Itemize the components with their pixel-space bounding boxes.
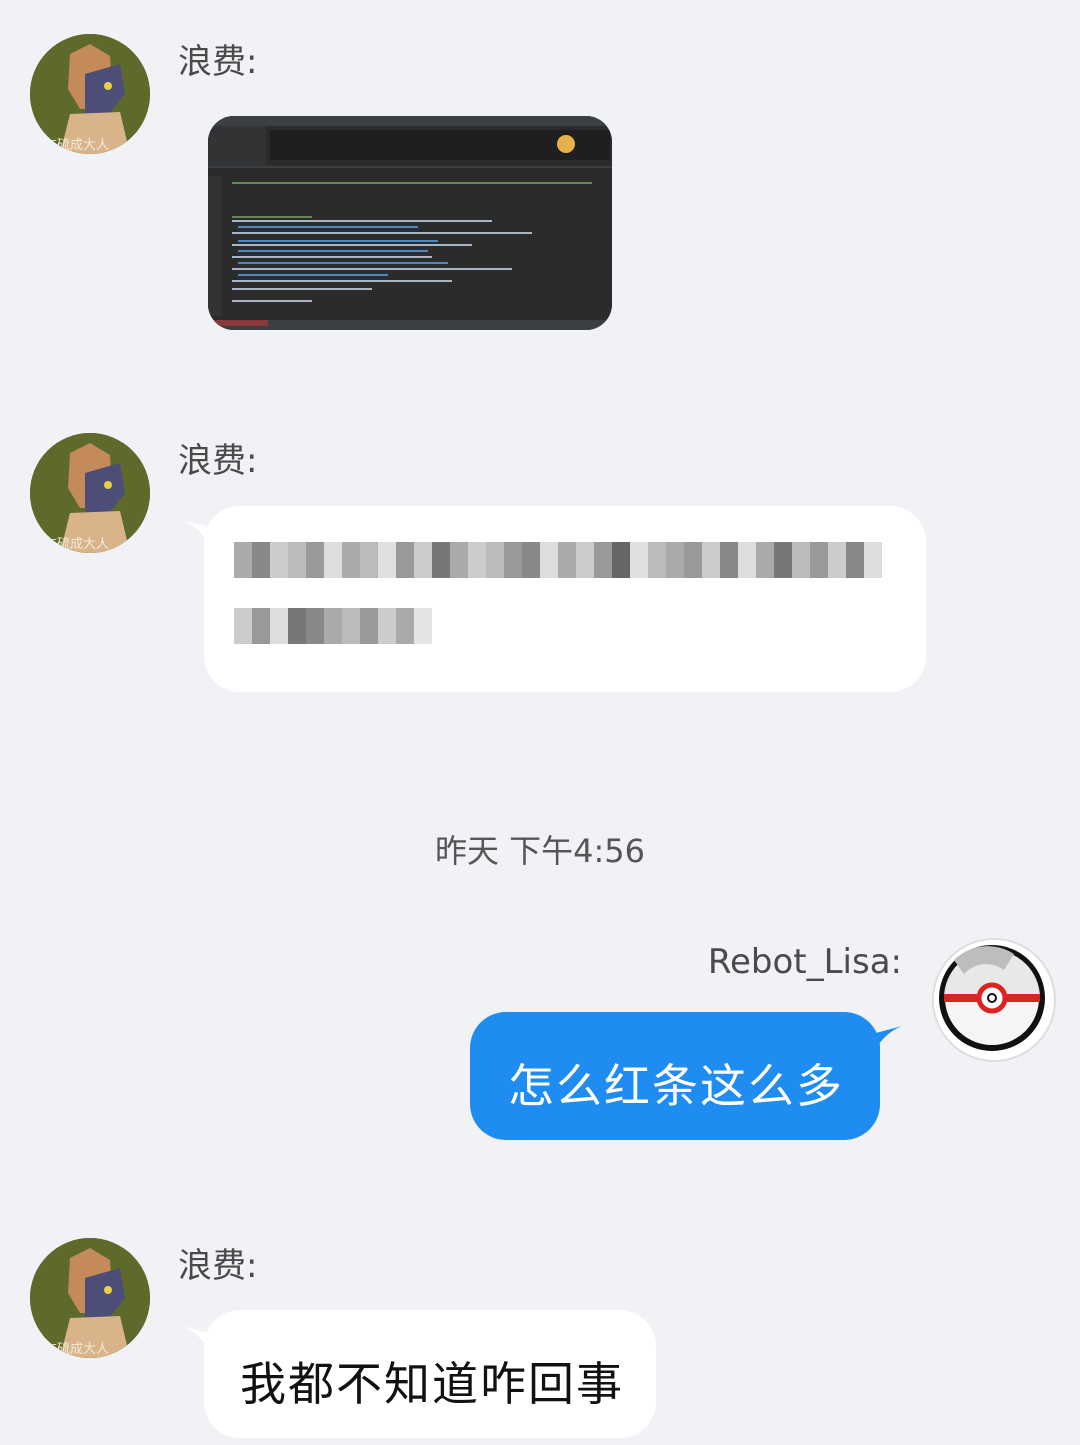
sender-name: 浪费: [178, 1246, 258, 1286]
pokeball-avatar-icon [934, 940, 1050, 1056]
message-text: 怎么红条这么多 [508, 1059, 844, 1113]
redacted-text-line [234, 542, 882, 578]
sender-name: 浪费: [178, 42, 258, 82]
redacted-text-line [234, 608, 432, 644]
message-bubble-redacted[interactable] [204, 506, 926, 692]
message-bubble-outgoing[interactable]: 怎么红条这么多 [470, 1012, 880, 1140]
message-bubble-incoming[interactable]: 我都不知道咋回事 [204, 1310, 656, 1438]
avatar-caption: 友硫成大人 [44, 537, 110, 552]
sender-name: 浪费: [178, 441, 258, 481]
image-message[interactable] [208, 116, 612, 330]
own-avatar[interactable] [932, 938, 1056, 1062]
message-text: 我都不知道咋回事 [240, 1357, 624, 1411]
avatar-caption: 友硫成大人 [44, 138, 110, 153]
avatar-caption: 友硫成大人 [44, 1342, 110, 1357]
sender-name: Rebot_Lisa: [707, 942, 902, 982]
ide-screenshot-image [208, 116, 612, 330]
sender-avatar[interactable]: 友硫成大人 [30, 34, 150, 154]
timestamp-divider: 昨天 下午4:56 [434, 832, 646, 870]
sender-avatar[interactable]: 友硫成大人 [30, 1238, 150, 1358]
sender-avatar[interactable]: 友硫成大人 [30, 433, 150, 553]
